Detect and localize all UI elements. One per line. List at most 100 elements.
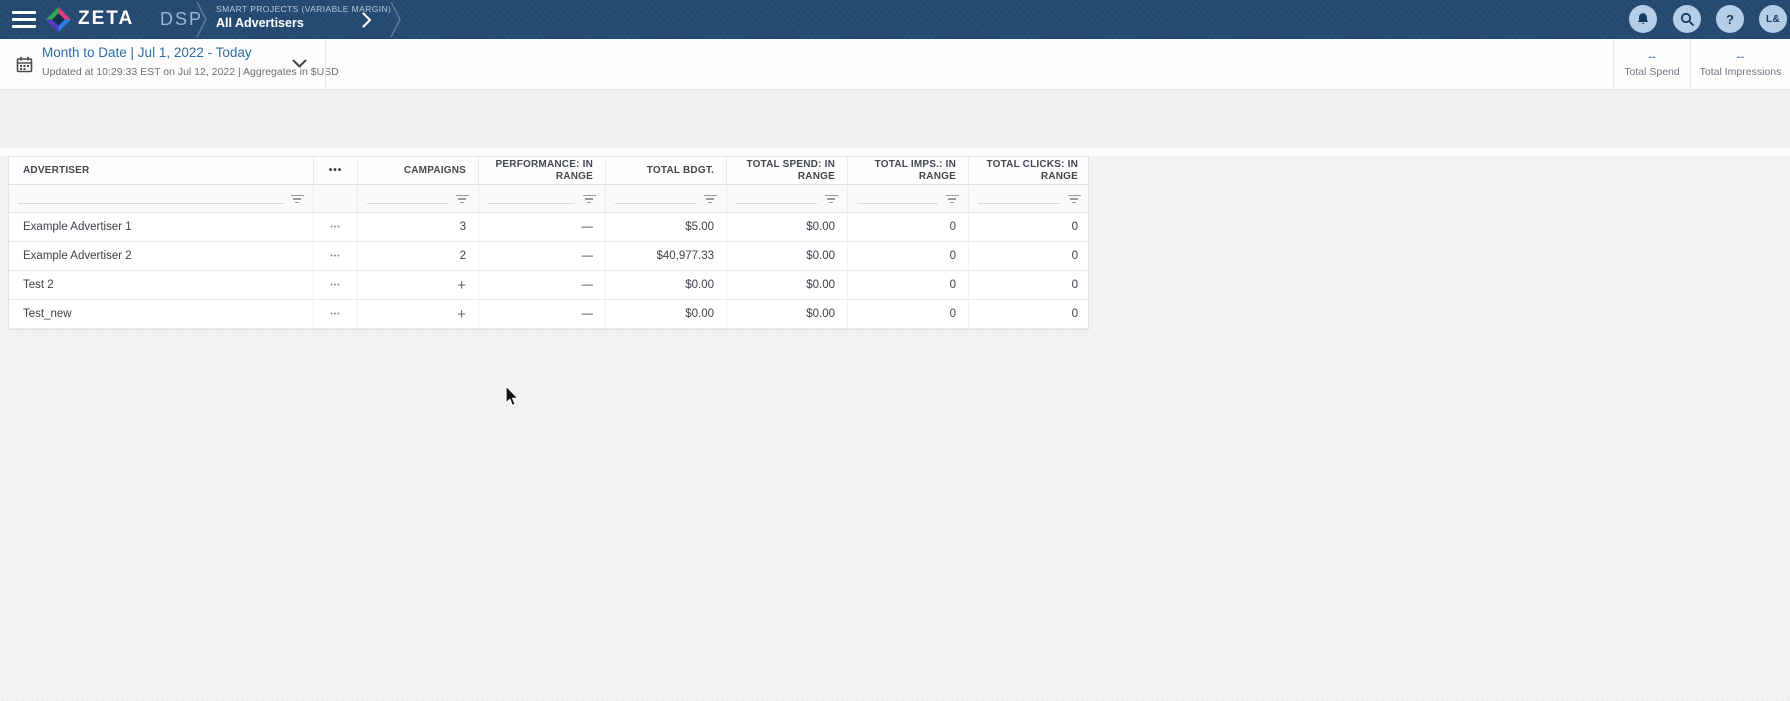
logo-zeta-text[interactable]: ZETA: [78, 8, 134, 30]
breadcrumb-expand-chevron-icon[interactable]: [362, 12, 372, 28]
question-mark-icon: ?: [1726, 12, 1734, 27]
column-header-actions[interactable]: •••: [314, 157, 358, 184]
total-spend-label: Total Spend: [1624, 66, 1679, 78]
cell-total-bdgt: $0.00: [606, 271, 727, 299]
advertisers-table: ADVERTISER•••CAMPAIGNSPERFORMANCE: IN RA…: [8, 156, 1089, 330]
filter-cell-performance-in-range[interactable]: [479, 185, 606, 212]
hamburger-menu-icon[interactable]: [12, 11, 36, 28]
filter-cell-total-spend-in-range[interactable]: [727, 185, 848, 212]
table-header-row: ADVERTISER•••CAMPAIGNSPERFORMANCE: IN RA…: [9, 157, 1088, 185]
table-row[interactable]: Example Advertiser 1•••3—$5.00$0.0000: [9, 213, 1088, 242]
cell-total-clicks-in-range: 0: [969, 213, 1090, 241]
cell-total-imps-in-range: 0: [848, 271, 969, 299]
table-filter-row: [9, 185, 1088, 213]
content-area: ADVERTISER•••CAMPAIGNSPERFORMANCE: IN RA…: [0, 148, 1790, 701]
filter-menu-icon[interactable]: [945, 195, 959, 204]
filter-input-total-spend-in-range[interactable]: [736, 188, 817, 204]
cell-total-spend-in-range: $0.00: [727, 300, 848, 328]
add-campaign-button[interactable]: +: [358, 300, 479, 328]
user-avatar[interactable]: L&: [1759, 5, 1787, 33]
filter-menu-icon[interactable]: [582, 195, 596, 204]
help-button[interactable]: ?: [1716, 5, 1744, 33]
column-header-performance-in-range[interactable]: PERFORMANCE: IN RANGE: [479, 157, 606, 184]
filter-cell-total-clicks-in-range[interactable]: [969, 185, 1090, 212]
notifications-button[interactable]: [1629, 5, 1657, 33]
calendar-icon[interactable]: [16, 56, 33, 73]
cell-total-bdgt: $40,977.33: [606, 242, 727, 270]
top-navbar: ZETA DSP SMART PROJECTS (VARIABLE MARGIN…: [0, 0, 1790, 39]
filter-cell-total-imps-in-range[interactable]: [848, 185, 969, 212]
avatar-initials: L&: [1766, 14, 1780, 25]
cell-performance-in-range: —: [479, 242, 606, 270]
row-actions-menu[interactable]: •••: [314, 271, 358, 299]
filter-input-performance-in-range[interactable]: [488, 188, 575, 204]
cell-total-imps-in-range: 0: [848, 300, 969, 328]
cell-total-imps-in-range: 0: [848, 242, 969, 270]
filter-menu-icon[interactable]: [703, 195, 717, 204]
cell-total-imps-in-range: 0: [848, 213, 969, 241]
cell-performance-in-range: —: [479, 213, 606, 241]
grid-toolbar: Export + Advertiser: [0, 90, 1790, 148]
filter-input-total-imps-in-range[interactable]: [857, 188, 938, 204]
column-header-advertiser[interactable]: ADVERTISER: [9, 157, 314, 184]
total-impressions-stat: -- Total Impressions: [1690, 39, 1790, 89]
filter-menu-icon[interactable]: [1067, 195, 1081, 204]
filter-cell-actions: [314, 185, 358, 212]
date-picker-chevron-down-icon[interactable]: [292, 59, 307, 68]
advertiser-name-cell[interactable]: Example Advertiser 2: [9, 242, 314, 270]
subheader-divider: [325, 39, 326, 89]
date-range-title[interactable]: Month to Date | Jul 1, 2022 - Today: [42, 45, 252, 60]
total-impressions-value: --: [1737, 51, 1744, 63]
cell-total-spend-in-range: $0.00: [727, 271, 848, 299]
total-impressions-label: Total Impressions: [1700, 66, 1782, 78]
filter-input-total-bdgt[interactable]: [615, 188, 696, 204]
cell-total-clicks-in-range: 0: [969, 271, 1090, 299]
content-top-strip: [0, 148, 1790, 156]
cell-total-spend-in-range: $0.00: [727, 213, 848, 241]
filter-cell-campaigns[interactable]: [358, 185, 479, 212]
filter-input-total-clicks-in-range[interactable]: [978, 188, 1060, 204]
bell-icon: [1636, 12, 1650, 27]
cell-total-clicks-in-range: 0: [969, 242, 1090, 270]
filter-menu-icon[interactable]: [290, 195, 304, 204]
filter-input-advertiser[interactable]: [18, 188, 283, 204]
advertiser-name-cell[interactable]: Example Advertiser 1: [9, 213, 314, 241]
filter-input-campaigns[interactable]: [367, 188, 448, 204]
cell-performance-in-range: —: [479, 271, 606, 299]
page-subheader: Month to Date | Jul 1, 2022 - Today Upda…: [0, 39, 1790, 90]
column-header-campaigns[interactable]: CAMPAIGNS: [358, 157, 479, 184]
cell-total-spend-in-range: $0.00: [727, 242, 848, 270]
cell-total-bdgt: $5.00: [606, 213, 727, 241]
total-spend-value: --: [1648, 51, 1655, 63]
advertiser-name-cell[interactable]: Test_new: [9, 300, 314, 328]
total-spend-stat: -- Total Spend: [1613, 39, 1690, 89]
breadcrumb-separator: [196, 2, 208, 37]
filter-cell-total-bdgt[interactable]: [606, 185, 727, 212]
zeta-logo-icon: [46, 7, 71, 32]
breadcrumb-separator: [390, 2, 402, 37]
table-row[interactable]: Example Advertiser 2•••2—$40,977.33$0.00…: [9, 242, 1088, 271]
cell-performance-in-range: —: [479, 300, 606, 328]
zeta-dsp-app: ZETA DSP SMART PROJECTS (VARIABLE MARGIN…: [0, 0, 1790, 701]
row-actions-menu[interactable]: •••: [314, 213, 358, 241]
cell-total-bdgt: $0.00: [606, 300, 727, 328]
add-campaign-button[interactable]: +: [358, 271, 479, 299]
search-button[interactable]: [1673, 5, 1701, 33]
filter-menu-icon[interactable]: [824, 195, 838, 204]
row-actions-menu[interactable]: •••: [314, 300, 358, 328]
advertiser-name-cell[interactable]: Test 2: [9, 271, 314, 299]
filter-cell-advertiser[interactable]: [9, 185, 314, 212]
table-row[interactable]: Test_new•••+—$0.00$0.0000: [9, 300, 1088, 329]
column-header-total-clicks-in-range[interactable]: TOTAL CLICKS: IN RANGE: [969, 157, 1090, 184]
column-header-total-bdgt[interactable]: TOTAL BDGT.: [606, 157, 727, 184]
cell-campaigns: 3: [358, 213, 479, 241]
table-row[interactable]: Test 2•••+—$0.00$0.0000: [9, 271, 1088, 300]
cell-total-clicks-in-range: 0: [969, 300, 1090, 328]
column-header-total-imps-in-range[interactable]: TOTAL IMPS.: IN RANGE: [848, 157, 969, 184]
row-actions-menu[interactable]: •••: [314, 242, 358, 270]
column-header-total-spend-in-range[interactable]: TOTAL SPEND: IN RANGE: [727, 157, 848, 184]
cell-campaigns: 2: [358, 242, 479, 270]
filter-menu-icon[interactable]: [455, 195, 469, 204]
search-icon: [1680, 12, 1694, 26]
table-body: Example Advertiser 1•••3—$5.00$0.0000Exa…: [9, 213, 1088, 329]
